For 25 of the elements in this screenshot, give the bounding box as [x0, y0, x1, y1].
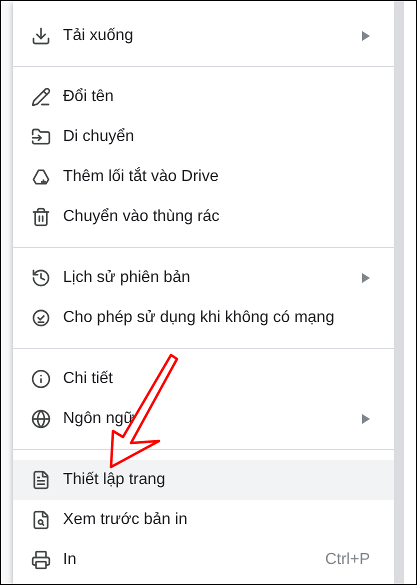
- trash-icon: [31, 207, 51, 227]
- print-preview-icon: [31, 510, 51, 530]
- download-icon: [31, 26, 51, 46]
- folder-arrow-icon: [31, 127, 51, 147]
- history-icon: [31, 268, 51, 288]
- menu-item[interactable]: Ngôn ngữ: [13, 399, 394, 439]
- menu-item[interactable]: Thêm lối tắt vào Drive: [13, 157, 394, 197]
- menu-item[interactable]: Cho phép sử dụng khi không có mạng: [13, 298, 394, 338]
- shortcut-text: Ctrl+P: [325, 550, 370, 570]
- pencil-icon: [31, 87, 51, 107]
- info-icon: [31, 369, 51, 389]
- menu-item[interactable]: Đổi tên: [13, 77, 394, 117]
- menu-item[interactable]: Chuyển vào thùng rác: [13, 197, 394, 237]
- drive-shortcut-icon: [31, 167, 51, 187]
- offline-check-icon: [31, 308, 51, 328]
- document-icon: [31, 470, 51, 490]
- printer-icon: [31, 550, 51, 570]
- menu-item[interactable]: Chi tiết: [13, 359, 394, 399]
- menu-item[interactable]: Tải xuống: [13, 16, 394, 56]
- menu-item[interactable]: Xem trước bản in: [13, 500, 394, 540]
- menu-item[interactable]: In Ctrl+P: [13, 540, 394, 580]
- menu-item[interactable]: Di chuyển: [13, 117, 394, 157]
- menu-item[interactable]: Thiết lập trang: [13, 460, 394, 500]
- globe-icon: [31, 409, 51, 429]
- menu-item[interactable]: Lịch sử phiên bản: [13, 258, 394, 298]
